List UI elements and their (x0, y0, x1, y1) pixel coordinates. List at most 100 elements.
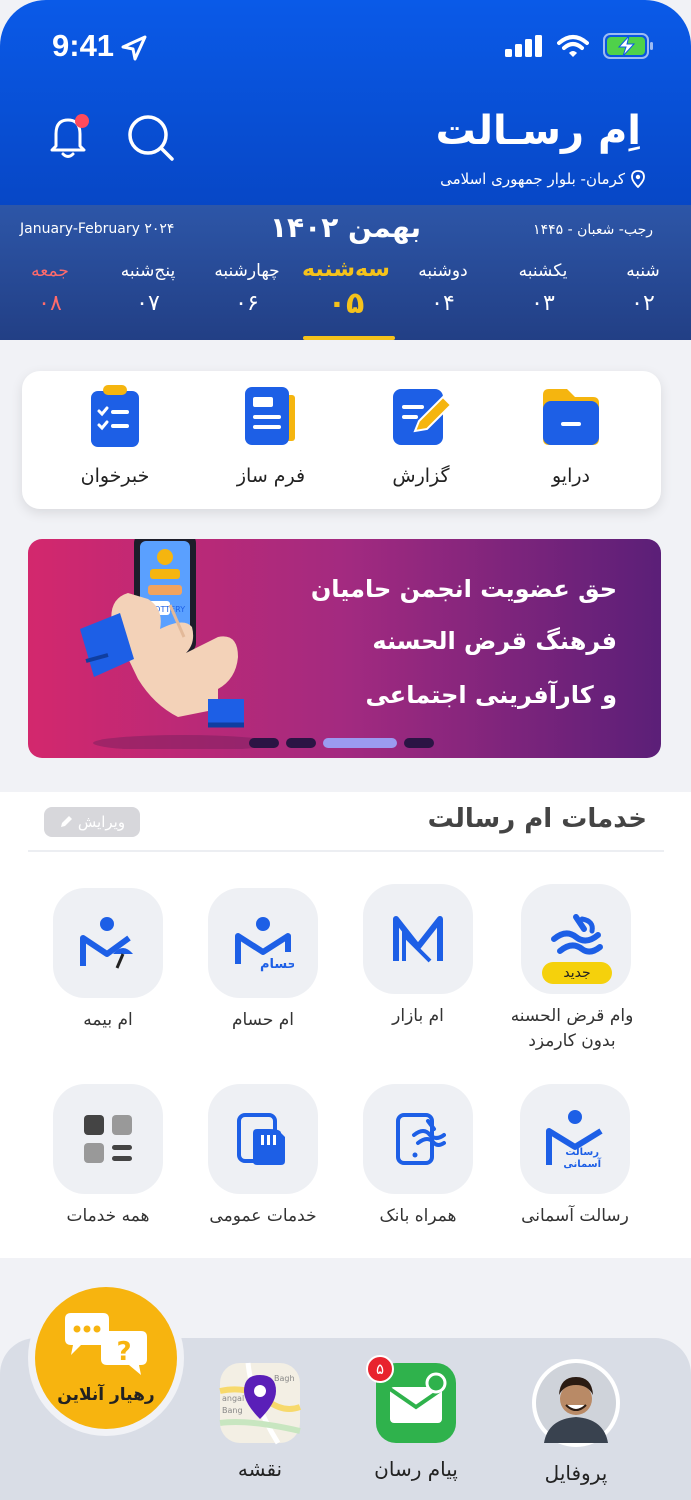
map-text: Bagh (274, 1374, 295, 1383)
calendar-hijri: رجب- شعبان - ۱۴۴۵ (533, 222, 653, 238)
services-divider (28, 850, 664, 852)
edit-label: ویرایش (77, 813, 126, 831)
pencil-icon (60, 816, 72, 827)
service-label: رسالت آسمانی (521, 1206, 629, 1226)
banner-line-3: و کارآفرینی اجتماعی (365, 681, 617, 709)
banner-line-2: فرهنگ قرض الحسنه (372, 627, 617, 655)
hesam-text: حسام (260, 957, 294, 972)
carousel-dot-active[interactable] (323, 738, 397, 748)
online-helper-circle: ? رهیار آنلاین (35, 1287, 177, 1429)
day-date: ۰۷ (136, 291, 160, 316)
m-hesam-icon: حسام (208, 888, 318, 998)
location-label[interactable]: کرمان- بلوار جمهوری اسلامی (440, 170, 645, 188)
asemani-text-1: رسالت (565, 1147, 599, 1158)
quick-action-form-builder[interactable]: فرم ساز (206, 385, 336, 487)
day-date: ۰۶ (235, 291, 259, 316)
carousel-dot[interactable] (286, 738, 316, 748)
calendar-day-saturday[interactable]: شنبه ۰۲ (593, 261, 691, 316)
banner-line-1: حق عضویت انجمن حامیان (310, 575, 617, 603)
calendar-day-thursday[interactable]: پنج‌شنبه ۰۷ (98, 261, 198, 316)
chat-question-icon: ? (65, 1313, 147, 1375)
quick-action-label: فرم ساز (236, 465, 306, 487)
day-name: پنج‌شنبه (120, 261, 176, 281)
map-text: Bang (222, 1406, 243, 1415)
search-icon[interactable] (126, 114, 176, 162)
sim-card-icon (208, 1084, 318, 1194)
edit-services-button[interactable]: ویرایش (44, 807, 140, 837)
calendar-day-wednesday[interactable]: چهارشنبه ۰۶ (197, 261, 297, 316)
promo-banner[interactable]: LOTTERY حق عضویت انجمن حامیان فرهنگ قرض … (28, 539, 661, 758)
form-builder-icon (239, 385, 303, 449)
service-m-hesam[interactable]: حسام ام حسام (188, 888, 338, 1033)
all-services-grid-icon (53, 1084, 163, 1194)
m-bazaar-icon (363, 884, 473, 994)
today-indicator (303, 336, 395, 340)
online-helper-label: رهیار آنلاین (57, 1385, 155, 1405)
service-public-services[interactable]: خدمات عمومی (188, 1084, 338, 1229)
nav-messenger-label: پیام رسان (374, 1457, 458, 1481)
calendar-day-tuesday-today[interactable]: سه‌شنبه ۰۵ (296, 257, 396, 321)
online-helper-button[interactable]: ? رهیار آنلاین (28, 1280, 184, 1436)
quick-action-label: درایو (551, 465, 591, 487)
carousel-dot[interactable] (249, 738, 279, 748)
nav-profile[interactable]: پروفایل (506, 1357, 646, 1485)
day-date: ۰۵ (327, 286, 365, 321)
service-resalat-asemani[interactable]: رسالت آسمانی رسالت آسمانی (500, 1084, 650, 1229)
calendar-day-sunday[interactable]: یکشنبه ۰۳ (493, 261, 593, 316)
cellular-signal-icon (505, 35, 542, 57)
calendar-day-friday[interactable]: جمعه ۰۸ (0, 261, 100, 316)
day-name: جمعه (31, 261, 69, 281)
day-name: یکشنبه (518, 261, 568, 281)
service-qard-loan[interactable]: جدید وام قرض الحسنه بدون کارمزد (501, 884, 651, 1053)
calendar-day-monday[interactable]: دوشنبه ۰۴ (393, 261, 493, 316)
calendar-strip: January-February ۲۰۲۴ بهمن ۱۴۰۲ رجب- شعب… (0, 205, 691, 340)
quick-action-news-reader[interactable]: خبرخوان (50, 385, 180, 487)
notification-bell-icon[interactable] (48, 112, 92, 160)
new-badge: جدید (542, 962, 612, 984)
app-title: اِم رسـالت (435, 108, 641, 154)
avatar (532, 1359, 620, 1447)
quick-action-drive[interactable]: درایو (506, 385, 636, 487)
carousel-dot[interactable] (404, 738, 434, 748)
nav-map-label: نقشه (237, 1457, 283, 1481)
day-date: ۰۳ (531, 291, 555, 316)
services-title: خدمات ام رسالت (427, 804, 647, 834)
m-bimeh-icon (53, 888, 163, 998)
messenger-unread-badge: ۵ (366, 1355, 394, 1383)
service-label: همه خدمات (66, 1206, 150, 1226)
day-date: ۰۲ (631, 291, 655, 316)
map-icon: angal Bang Bagh (219, 1362, 302, 1445)
svg-text:?: ? (116, 1337, 131, 1367)
quick-actions-card: درایو گزارش فرم ساز خبرخوان (22, 371, 661, 509)
map-pin-icon (631, 170, 645, 188)
location-arrow-icon (121, 35, 147, 61)
service-label: ام بیمه (83, 1010, 133, 1030)
day-name: دوشنبه (418, 261, 468, 281)
service-label: ام بازار (392, 1006, 444, 1026)
service-mobile-bank[interactable]: همراه بانک (343, 1084, 493, 1229)
nav-profile-label: پروفایل (544, 1461, 608, 1485)
service-label: ام حسام (231, 1010, 295, 1030)
nav-messenger[interactable]: پیام رسان (346, 1361, 486, 1481)
nav-map[interactable]: angal Bang Bagh نقشه (190, 1361, 330, 1481)
service-label: خدمات عمومی (209, 1206, 317, 1226)
services-section: خدمات ام رسالت ویرایش جدید وام قرض الحسن… (0, 792, 691, 1258)
wifi-icon (557, 35, 589, 57)
day-name: چهارشنبه (214, 261, 280, 281)
quick-action-report[interactable]: گزارش (356, 385, 486, 487)
service-all-services[interactable]: همه خدمات (33, 1084, 183, 1229)
service-m-bimeh[interactable]: ام بیمه (33, 888, 183, 1033)
news-reader-icon (83, 385, 147, 449)
day-date: ۰۸ (38, 291, 62, 316)
service-label: وام قرض الحسنه بدون کارمزد (510, 1006, 634, 1051)
location-text: کرمان- بلوار جمهوری اسلامی (440, 170, 625, 188)
asemani-text-2: آسمانی (563, 1157, 601, 1170)
resalat-asemani-icon: رسالت آسمانی (520, 1084, 630, 1194)
day-name: شنبه (626, 261, 660, 281)
service-m-bazaar[interactable]: ام بازار (343, 884, 493, 1029)
quick-action-label: خبرخوان (80, 465, 150, 487)
quick-action-label: گزارش (392, 465, 450, 487)
mobile-bank-icon (363, 1084, 473, 1194)
status-icons (505, 33, 655, 59)
folder-icon (539, 385, 603, 449)
